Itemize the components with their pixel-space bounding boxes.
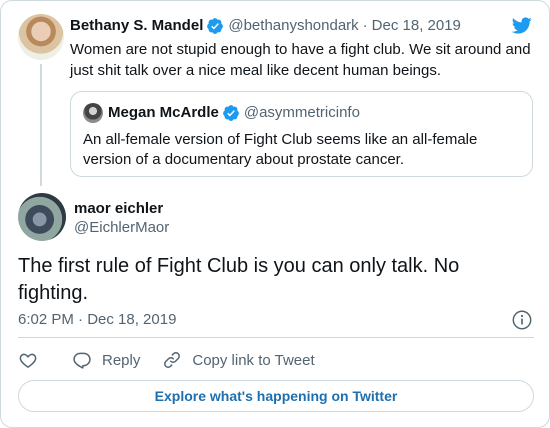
- author-name[interactable]: maor eichler: [74, 199, 163, 219]
- tweet-text: The first rule of Fight Club is you can …: [18, 255, 460, 304]
- separator-dot: ·: [362, 17, 368, 34]
- avatar[interactable]: [18, 14, 64, 60]
- copy-link-button[interactable]: Copy link to Tweet: [162, 350, 315, 370]
- parent-tweet-text: Women are not stupid enough to have a fi…: [70, 41, 531, 79]
- explore-twitter-button[interactable]: Explore what's happening on Twitter: [18, 380, 534, 412]
- verified-badge-icon: [222, 105, 239, 121]
- quoted-author-handle: @asymmetricinfo: [243, 104, 360, 121]
- avatar[interactable]: [18, 193, 66, 241]
- parent-tweet-date[interactable]: Dec 18, 2019: [372, 16, 461, 36]
- thread-connector-line: [40, 64, 42, 186]
- quoted-tweet-header: Megan McArdle @asymmetricinfo: [83, 103, 360, 123]
- link-icon: [164, 352, 181, 368]
- divider: [18, 337, 534, 338]
- tweet-timestamp[interactable]: 6:02 PM · Dec 18, 2019: [18, 310, 176, 330]
- parent-tweet-header: Bethany S. Mandel @bethanyshondark · Dec…: [70, 16, 461, 36]
- quoted-author-name: Megan McArdle: [108, 104, 219, 121]
- reply-label: Reply: [102, 351, 141, 369]
- quoted-tweet-text: An all-female version of Fight Club seem…: [83, 131, 478, 168]
- tweet-embed-card: Bethany S. Mandel @bethanyshondark · Dec…: [0, 0, 550, 428]
- heart-icon: [19, 353, 37, 368]
- parent-author-name[interactable]: Bethany S. Mandel: [70, 16, 203, 36]
- copy-link-label: Copy link to Tweet: [192, 351, 315, 369]
- info-icon[interactable]: [511, 309, 533, 331]
- reply-button[interactable]: Reply: [72, 350, 140, 370]
- parent-author-handle[interactable]: @bethanyshondark: [228, 16, 358, 36]
- like-button[interactable]: [18, 350, 38, 370]
- tweet-actions: Reply Copy link to Tweet: [18, 349, 315, 371]
- reply-bubble-icon: [73, 352, 91, 369]
- avatar: [83, 103, 103, 123]
- author-handle[interactable]: @EichlerMaor: [74, 218, 169, 238]
- verified-badge-icon: [207, 18, 224, 34]
- quoted-tweet[interactable]: Megan McArdle @asymmetricinfo An all-fem…: [70, 91, 533, 177]
- twitter-bird-icon[interactable]: [509, 15, 534, 36]
